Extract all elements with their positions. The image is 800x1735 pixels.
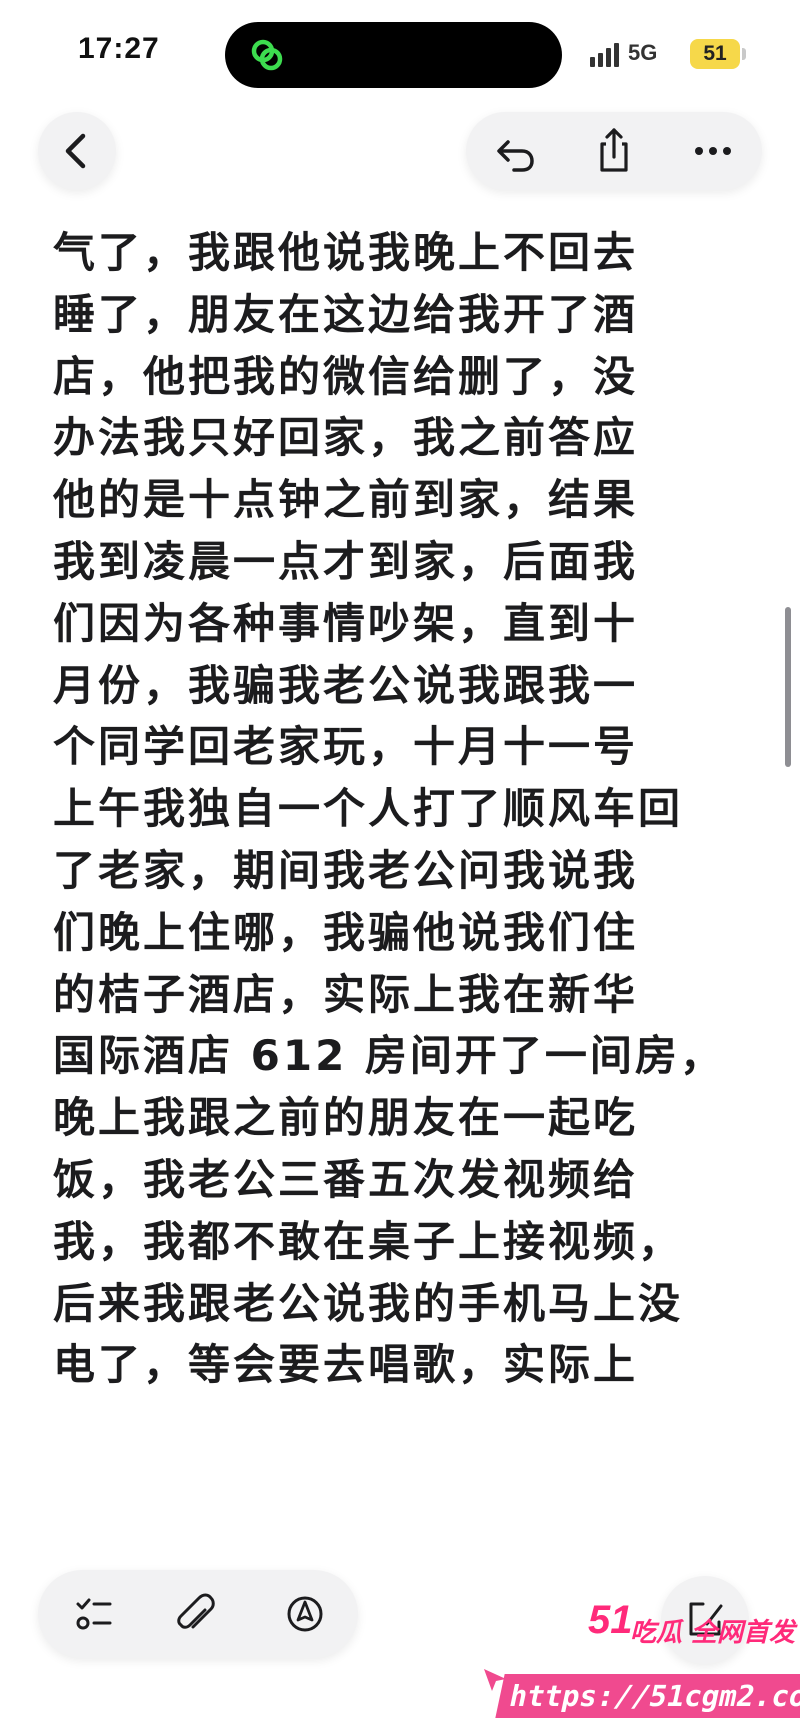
cellular-signal-icon xyxy=(590,43,619,67)
battery-tip xyxy=(742,48,746,60)
network-type-label: 5G xyxy=(628,40,658,65)
share-icon xyxy=(600,128,628,172)
note-line: 个同学回老家玩，十月十一号 xyxy=(53,722,639,772)
note-line: 们因为各种事情吵架，直到十 xyxy=(53,598,639,648)
chevron-left-icon xyxy=(65,133,86,169)
note-line: 我，我都不敢在桌子上接视频， xyxy=(53,1216,684,1266)
dynamic-island[interactable] xyxy=(225,22,562,88)
checklist-icon xyxy=(76,1598,112,1630)
note-line: 了老家，期间我老公问我说我 xyxy=(53,845,639,895)
note-line: 上午我独自一个人打了顺风车回 xyxy=(53,784,684,834)
scroll-indicator[interactable] xyxy=(785,607,791,767)
note-line: 电了，等会要去唱歌，实际上 xyxy=(53,1340,639,1390)
bottom-tools-group xyxy=(38,1570,358,1658)
back-button[interactable] xyxy=(38,112,116,190)
note-line: 店，他把我的微信给删了，没 xyxy=(53,351,639,401)
note-line: 们晚上住哪，我骗他说我们住 xyxy=(53,907,639,957)
undo-button[interactable] xyxy=(466,112,564,190)
markup-button[interactable] xyxy=(252,1570,358,1658)
status-bar: 17:27 5G 51 xyxy=(0,0,800,100)
note-line: 的桔子酒店，实际上我在新华 xyxy=(53,969,639,1019)
note-line: 他的是十点钟之前到家，结果 xyxy=(53,475,639,525)
share-button[interactable] xyxy=(565,112,663,190)
note-line: 国际酒店 612 房间开了一间房， xyxy=(53,1031,725,1081)
note-line: 气了，我跟他说我晚上不回去 xyxy=(53,228,639,277)
paperclip-icon xyxy=(177,1593,215,1629)
site-logo: 51 xyxy=(588,1598,633,1642)
ellipsis-icon xyxy=(695,147,731,155)
note-line: 办法我只好回家，我之前答应 xyxy=(53,413,639,463)
undo-icon xyxy=(497,140,534,172)
note-line: 我到凌晨一点才到家，后面我 xyxy=(53,536,639,586)
note-line: 后来我跟老公说我的手机马上没 xyxy=(53,1278,684,1328)
note-line: 饭，我老公三番五次发视频给 xyxy=(53,1154,639,1204)
attach-button[interactable] xyxy=(145,1570,251,1658)
green-link-icon xyxy=(251,39,283,71)
status-time: 17:27 xyxy=(78,32,160,65)
note-actions-group xyxy=(466,112,762,190)
site-url: https://51cgm2.com xyxy=(495,1674,800,1718)
battery-indicator: 51 xyxy=(690,39,740,69)
pen-tip-icon xyxy=(287,1596,323,1632)
site-slogan: 吃瓜 全网首发 xyxy=(630,1618,796,1648)
checklist-button[interactable] xyxy=(38,1570,144,1658)
note-line: 睡了，朋友在这边给我开了酒 xyxy=(53,289,639,339)
note-line: 晚上我跟之前的朋友在一起吃 xyxy=(53,1093,639,1143)
note-line: 月份，我骗我老公说我跟我一 xyxy=(53,660,639,710)
note-text-body[interactable]: 气了，我跟他说我晚上不回去 睡了，朋友在这边给我开了酒 店，他把我的微信给删了，… xyxy=(53,222,743,1396)
more-button[interactable] xyxy=(664,112,762,190)
